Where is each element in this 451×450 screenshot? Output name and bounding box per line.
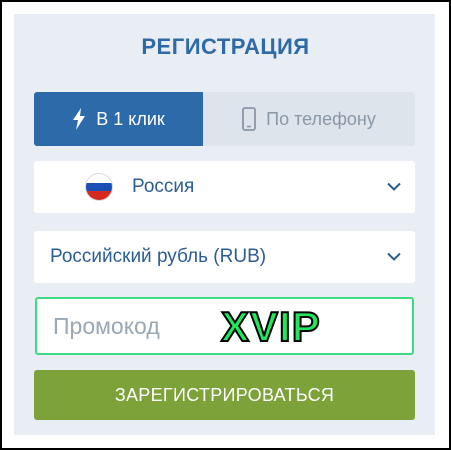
registration-tabs: В 1 клик По телефону	[34, 92, 415, 146]
promo-code-field: XVIP	[35, 297, 414, 355]
chevron-down-icon	[387, 252, 401, 262]
country-select[interactable]: Россия	[34, 161, 415, 213]
tab-by-phone[interactable]: По телефону	[203, 92, 415, 146]
currency-select-value: Российский рубль (RUB)	[50, 246, 267, 267]
promo-code-overlay: XVIP	[220, 302, 321, 351]
currency-select[interactable]: Российский рубль (RUB)	[34, 231, 415, 283]
russia-flag-icon	[86, 174, 112, 200]
form-title: РЕГИСТРАЦИЯ	[141, 34, 310, 59]
tab-by-phone-label: По телефону	[266, 108, 376, 129]
chevron-down-icon	[387, 182, 401, 192]
tab-one-click[interactable]: В 1 клик	[34, 92, 203, 146]
register-button[interactable]: ЗАРЕГИСТРИРОВАТЬСЯ	[34, 370, 415, 420]
tab-one-click-label: В 1 клик	[96, 108, 165, 129]
promo-code-input[interactable]	[53, 299, 223, 353]
lightning-bolt-icon	[72, 108, 86, 130]
country-select-value: Россия	[132, 176, 195, 197]
mobile-phone-icon	[242, 107, 257, 131]
